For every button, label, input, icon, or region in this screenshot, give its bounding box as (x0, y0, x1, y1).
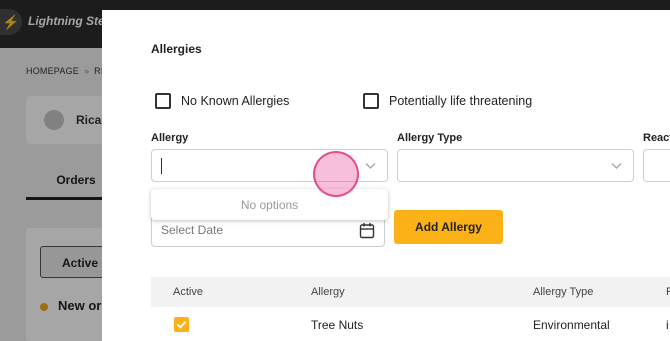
allergy-options-menu: No options (151, 189, 388, 220)
column-active[interactable]: Active (173, 286, 203, 298)
checkmark-icon (176, 321, 187, 329)
table-row[interactable]: Tree Nuts Environmental i (151, 307, 670, 341)
touch-indicator (313, 151, 359, 197)
no-known-allergies-checkbox[interactable]: No Known Allergies (155, 93, 289, 109)
column-allergy[interactable]: Allergy (311, 286, 345, 298)
column-truncated[interactable]: F (666, 286, 670, 298)
chevron-down-icon[interactable] (364, 159, 377, 172)
reaction-label: React (643, 132, 670, 144)
truncated-cell: i (666, 318, 669, 332)
date-placeholder: Select Date (161, 223, 224, 237)
add-allergy-button[interactable]: Add Allergy (394, 210, 503, 244)
active-checkbox[interactable] (174, 317, 189, 332)
table-header: Active Allergy Allergy Type F (151, 277, 670, 307)
column-allergy-type[interactable]: Allergy Type (533, 286, 593, 298)
life-threatening-checkbox[interactable]: Potentially life threatening (363, 93, 532, 109)
text-cursor (161, 158, 162, 174)
checkbox-box[interactable] (363, 93, 379, 109)
allergy-type-select[interactable] (397, 149, 634, 182)
calendar-icon[interactable] (359, 222, 375, 239)
reaction-select[interactable] (643, 149, 670, 182)
chevron-down-icon[interactable] (610, 159, 623, 172)
allergy-type-label: Allergy Type (397, 132, 463, 144)
modal-title: Allergies (151, 42, 202, 56)
checkbox-label: Potentially life threatening (389, 94, 533, 108)
allergy-type-cell: Environmental (533, 318, 610, 332)
allergy-label: Allergy (151, 132, 189, 144)
allergies-modal: Allergies No Known Allergies Potentially… (102, 10, 670, 341)
allergy-cell: Tree Nuts (311, 318, 364, 332)
checkbox-label: No Known Allergies (181, 94, 290, 108)
checkbox-box[interactable] (155, 93, 171, 109)
